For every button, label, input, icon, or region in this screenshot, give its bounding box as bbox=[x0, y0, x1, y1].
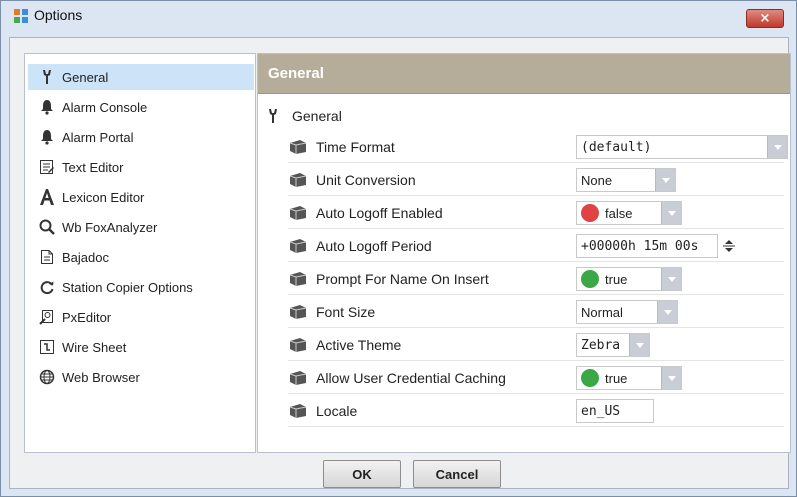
property-row-active-theme: Active Theme Zebra bbox=[288, 329, 784, 361]
close-button[interactable]: × bbox=[746, 9, 784, 28]
chevron-down-icon[interactable] bbox=[657, 301, 677, 323]
sidebar-item-alarm-portal[interactable]: Alarm Portal bbox=[28, 124, 254, 150]
property-icon bbox=[288, 304, 308, 320]
letter-a-icon bbox=[38, 188, 56, 206]
sidebar-item-web-browser[interactable]: Web Browser bbox=[28, 364, 254, 390]
property-label: Unit Conversion bbox=[316, 172, 416, 188]
options-main-panel: General General Time Format (default) Un… bbox=[257, 53, 791, 453]
sidebar-item-label: Bajadoc bbox=[62, 249, 109, 265]
sidebar-item-label: Web Browser bbox=[62, 369, 140, 385]
property-label: Prompt For Name On Insert bbox=[316, 271, 489, 287]
chevron-down-icon[interactable] bbox=[655, 169, 675, 191]
property-icon bbox=[288, 139, 308, 155]
property-label: Allow User Credential Caching bbox=[316, 370, 506, 386]
refresh-icon bbox=[38, 278, 56, 296]
property-icon bbox=[288, 172, 308, 188]
property-icon bbox=[288, 370, 308, 386]
sidebar-item-label: Wb FoxAnalyzer bbox=[62, 219, 158, 235]
bell-icon bbox=[38, 128, 56, 146]
property-row-unit-conversion: Unit Conversion None bbox=[288, 164, 784, 196]
globe-icon bbox=[38, 368, 56, 386]
property-label: Time Format bbox=[316, 139, 395, 155]
ok-button[interactable]: OK bbox=[323, 460, 401, 488]
close-icon: × bbox=[759, 11, 771, 26]
unit-conversion-select[interactable]: None bbox=[576, 168, 676, 192]
sidebar-item-label: Alarm Console bbox=[62, 99, 148, 115]
sidebar-item-text-editor[interactable]: Text Editor bbox=[28, 154, 254, 180]
spinner-icon[interactable] bbox=[722, 238, 736, 254]
property-label: Locale bbox=[316, 403, 358, 419]
sidebar-item-station-copier-options[interactable]: Station Copier Options bbox=[28, 274, 254, 300]
chevron-down-icon[interactable] bbox=[661, 268, 681, 290]
px-editor-icon bbox=[38, 308, 56, 326]
sidebar-item-wb-foxanalyzer[interactable]: Wb FoxAnalyzer bbox=[28, 214, 254, 240]
wire-sheet-icon bbox=[38, 338, 56, 356]
property-icon bbox=[288, 403, 308, 419]
property-label: Active Theme bbox=[316, 337, 402, 353]
time-format-select[interactable]: (default) bbox=[576, 135, 788, 159]
wrench-icon bbox=[264, 107, 282, 125]
auto-logoff-enabled-select[interactable]: false bbox=[576, 201, 682, 225]
sidebar-item-bajadoc[interactable]: Bajadoc bbox=[28, 244, 254, 270]
property-label: Auto Logoff Period bbox=[316, 238, 432, 254]
credential-caching-select[interactable]: true bbox=[576, 366, 682, 390]
cancel-button[interactable]: Cancel bbox=[413, 460, 501, 488]
magnifier-icon bbox=[38, 218, 56, 236]
chevron-down-icon[interactable] bbox=[767, 136, 787, 158]
sidebar-item-label: General bbox=[62, 69, 109, 85]
false-indicator-icon bbox=[581, 204, 599, 222]
property-row-auto-logoff-period: Auto Logoff Period +00000h 15m 00s bbox=[288, 230, 784, 262]
app-icon bbox=[13, 8, 29, 24]
title-bar: Options × bbox=[1, 1, 796, 31]
options-window: Options × General Alarm Console Alarm Po… bbox=[0, 0, 797, 497]
property-icon bbox=[288, 205, 308, 221]
sidebar-item-alarm-console[interactable]: Alarm Console bbox=[28, 94, 254, 120]
sidebar-item-general[interactable]: General bbox=[28, 64, 254, 90]
property-row-locale: Locale en_US bbox=[288, 395, 784, 427]
sidebar-item-label: Lexicon Editor bbox=[62, 189, 145, 205]
property-icon bbox=[288, 238, 308, 254]
property-row-prompt-for-name-on-insert: Prompt For Name On Insert true bbox=[288, 263, 784, 295]
sidebar-item-label: Alarm Portal bbox=[62, 129, 134, 145]
sidebar-item-lexicon-editor[interactable]: Lexicon Editor bbox=[28, 184, 254, 210]
wrench-icon bbox=[38, 68, 56, 86]
text-editor-icon bbox=[38, 158, 56, 176]
document-icon bbox=[38, 248, 56, 266]
sidebar-item-label: PxEditor bbox=[62, 309, 112, 325]
property-icon bbox=[288, 337, 308, 353]
true-indicator-icon bbox=[581, 369, 599, 387]
property-row-font-size: Font Size Normal bbox=[288, 296, 784, 328]
locale-field[interactable]: en_US bbox=[576, 399, 654, 423]
property-label: Font Size bbox=[316, 304, 376, 320]
dialog-body: General Alarm Console Alarm Portal Text … bbox=[9, 37, 791, 489]
chevron-down-icon[interactable] bbox=[661, 202, 681, 224]
tree-root-general[interactable]: General bbox=[264, 105, 342, 127]
sidebar-item-wire-sheet[interactable]: Wire Sheet bbox=[28, 334, 254, 360]
true-indicator-icon bbox=[581, 270, 599, 288]
sidebar-item-label: Station Copier Options bbox=[62, 279, 193, 295]
property-icon bbox=[288, 271, 308, 287]
options-sidebar: General Alarm Console Alarm Portal Text … bbox=[24, 53, 256, 453]
chevron-down-icon[interactable] bbox=[629, 334, 649, 356]
sidebar-item-label: Wire Sheet bbox=[62, 339, 127, 355]
sidebar-item-label: Text Editor bbox=[62, 159, 124, 175]
window-title: Options bbox=[34, 7, 83, 23]
auto-logoff-period-field[interactable]: +00000h 15m 00s bbox=[576, 234, 718, 258]
active-theme-select[interactable]: Zebra bbox=[576, 333, 650, 357]
bell-icon bbox=[38, 98, 56, 116]
sidebar-item-pxeditor[interactable]: PxEditor bbox=[28, 304, 254, 330]
property-label: Auto Logoff Enabled bbox=[316, 205, 443, 221]
prompt-for-name-select[interactable]: true bbox=[576, 267, 682, 291]
font-size-select[interactable]: Normal bbox=[576, 300, 678, 324]
property-row-allow-user-credential-caching: Allow User Credential Caching true bbox=[288, 362, 784, 394]
tree-root-label: General bbox=[292, 108, 342, 124]
property-row-time-format: Time Format (default) bbox=[288, 131, 788, 163]
chevron-down-icon[interactable] bbox=[661, 367, 681, 389]
panel-header: General bbox=[258, 54, 790, 94]
property-row-auto-logoff-enabled: Auto Logoff Enabled false bbox=[288, 197, 784, 229]
